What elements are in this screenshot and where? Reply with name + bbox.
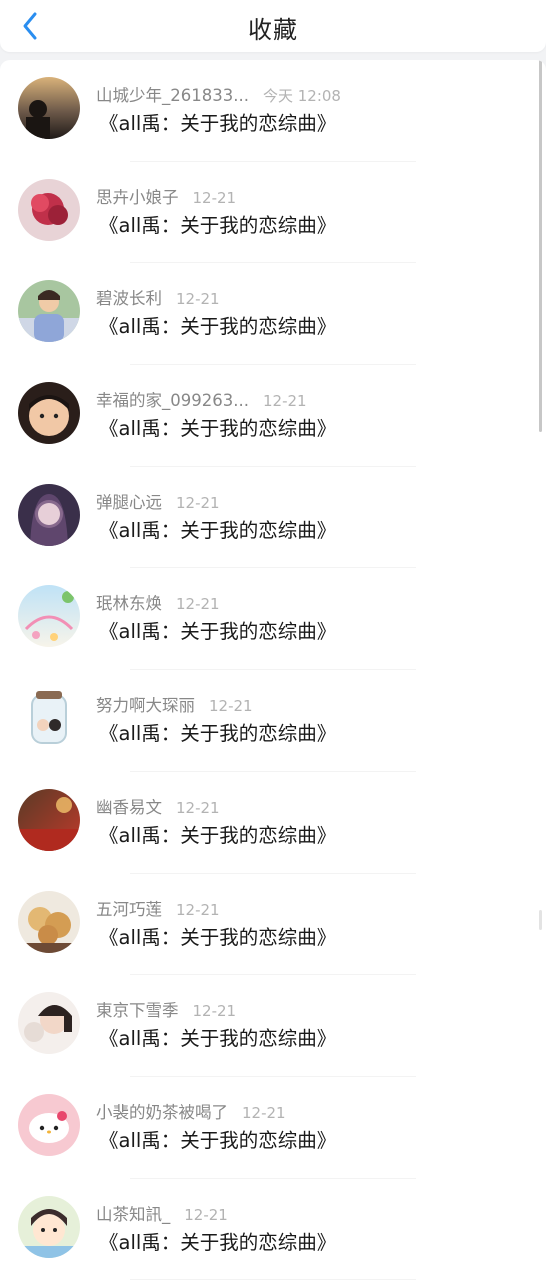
timestamp: 12-21 — [176, 595, 220, 614]
favorite-message[interactable]: 《all禹：关于我的恋综曲》 — [99, 514, 336, 543]
favorite-message[interactable]: 《all禹：关于我的恋综曲》 — [99, 412, 336, 441]
list-item[interactable]: 思卉小娘子 12-21 《all禹：关于我的恋综曲》 — [0, 162, 546, 264]
page-title: 收藏 — [248, 16, 298, 44]
item-meta: 幽香易文 12-21 — [96, 794, 220, 818]
scrollbar-indicator — [539, 910, 542, 930]
favorite-message[interactable]: 《all禹：关于我的恋综曲》 — [99, 107, 336, 136]
avatar[interactable] — [18, 788, 80, 851]
timestamp: 今天 12:08 — [262, 87, 341, 105]
avatar[interactable] — [18, 585, 80, 648]
timestamp: 12-21 — [176, 798, 220, 817]
timestamp: 12-21 — [184, 1205, 228, 1224]
item-meta: 山城少年_261833... 今天 12:08 — [96, 82, 341, 106]
favorite-message[interactable]: 《all禹：关于我的恋综曲》 — [99, 921, 336, 950]
list-item[interactable]: 幸福的家_099263... 12-21 《all禹：关于我的恋综曲》 — [0, 365, 546, 467]
user-name[interactable]: 珉林东焕 — [96, 594, 162, 613]
list-item[interactable]: 幽香易文 12-21 《all禹：关于我的恋综曲》 — [0, 772, 546, 874]
timestamp: 12-21 — [176, 290, 220, 309]
favorite-message[interactable]: 《all禹：关于我的恋综曲》 — [99, 1226, 336, 1255]
avatar[interactable] — [18, 992, 80, 1055]
user-name[interactable]: 碧波长利 — [96, 289, 162, 308]
user-name[interactable]: 思卉小娘子 — [96, 188, 179, 207]
avatar[interactable] — [18, 280, 80, 343]
avatar[interactable] — [18, 687, 80, 750]
item-meta: 思卉小娘子 12-21 — [96, 184, 236, 208]
timestamp: 12-21 — [176, 493, 220, 512]
list-item[interactable]: 五河巧莲 12-21 《all禹：关于我的恋综曲》 — [0, 874, 546, 976]
favorite-message[interactable]: 《all禹：关于我的恋综曲》 — [99, 1022, 336, 1051]
avatar[interactable] — [18, 1093, 80, 1156]
favorite-message[interactable]: 《all禹：关于我的恋综曲》 — [99, 717, 336, 746]
user-name[interactable]: 幸福的家_099263... — [96, 391, 249, 410]
list-item[interactable]: 東京下雪季 12-21 《all禹：关于我的恋综曲》 — [0, 975, 546, 1077]
list-item[interactable]: 碧波长利 12-21 《all禹：关于我的恋综曲》 — [0, 263, 546, 366]
user-name[interactable]: 努力啊大琛丽 — [96, 696, 195, 715]
timestamp: 12-21 — [192, 1002, 237, 1021]
favorite-message[interactable]: 《all禹：关于我的恋综曲》 — [99, 819, 336, 848]
item-meta: 努力啊大琛丽 12-21 — [96, 692, 253, 716]
top-bar: 收藏 — [0, 0, 546, 52]
item-meta: 碧波长利 12-21 — [96, 285, 220, 309]
user-name[interactable]: 山茶知訊_ — [96, 1205, 170, 1224]
list-item[interactable]: 山茶知訊_ 12-21 《all禹：关于我的恋综曲》 — [0, 1179, 546, 1280]
avatar[interactable] — [18, 890, 80, 953]
favorite-message[interactable]: 《all禹：关于我的恋综曲》 — [99, 209, 336, 238]
user-name[interactable]: 小裴的奶茶被喝了 — [96, 1103, 228, 1122]
avatar[interactable] — [18, 1195, 80, 1258]
timestamp: 12-21 — [242, 1103, 286, 1122]
avatar[interactable] — [18, 382, 80, 445]
list-item[interactable]: 小裴的奶茶被喝了 12-21 《all禹：关于我的恋综曲》 — [0, 1077, 546, 1179]
avatar[interactable] — [18, 77, 80, 139]
user-name[interactable]: 弹腿心远 — [96, 493, 162, 512]
item-meta: 小裴的奶茶被喝了 12-21 — [96, 1099, 286, 1123]
favorite-message[interactable]: 《all禹：关于我的恋综曲》 — [99, 1124, 336, 1153]
list-item[interactable]: 努力啊大琛丽 12-21 《all禹：关于我的恋综曲》 — [0, 670, 546, 772]
user-name[interactable]: 東京下雪季 — [96, 1001, 179, 1020]
user-name[interactable]: 五河巧莲 — [96, 900, 162, 919]
item-meta: 珉林东焕 12-21 — [96, 590, 220, 614]
item-meta: 五河巧莲 12-21 — [96, 896, 220, 920]
timestamp: 12-21 — [209, 697, 253, 716]
timestamp: 12-21 — [262, 392, 307, 411]
avatar[interactable] — [18, 178, 80, 241]
favorite-message[interactable]: 《all禹：关于我的恋综曲》 — [99, 615, 336, 644]
item-meta: 幸福的家_099263... 12-21 — [96, 387, 307, 411]
timestamp: 12-21 — [176, 900, 220, 919]
item-meta: 東京下雪季 12-21 — [96, 997, 236, 1021]
favorite-message[interactable]: 《all禹：关于我的恋综曲》 — [99, 310, 336, 339]
favorites-list[interactable]: 山城少年_261833... 今天 12:08 《all禹：关于我的恋综曲》 思卉小娘… — [0, 60, 546, 1280]
user-name[interactable]: 幽香易文 — [96, 798, 162, 817]
timestamp: 12-21 — [192, 188, 237, 207]
list-item[interactable]: 弹腿心远 12-21 《all禹：关于我的恋综曲》 — [0, 467, 546, 569]
item-meta: 山茶知訊_ 12-21 — [96, 1201, 228, 1225]
list-item[interactable]: 珉林东焕 12-21 《all禹：关于我的恋综曲》 — [0, 568, 546, 671]
scrollbar[interactable] — [539, 60, 542, 432]
user-name[interactable]: 山城少年_261833... — [96, 86, 249, 105]
list-item[interactable]: 山城少年_261833... 今天 12:08 《all禹：关于我的恋综曲》 — [0, 60, 546, 162]
avatar[interactable] — [18, 483, 80, 546]
item-meta: 弹腿心远 12-21 — [96, 489, 220, 513]
